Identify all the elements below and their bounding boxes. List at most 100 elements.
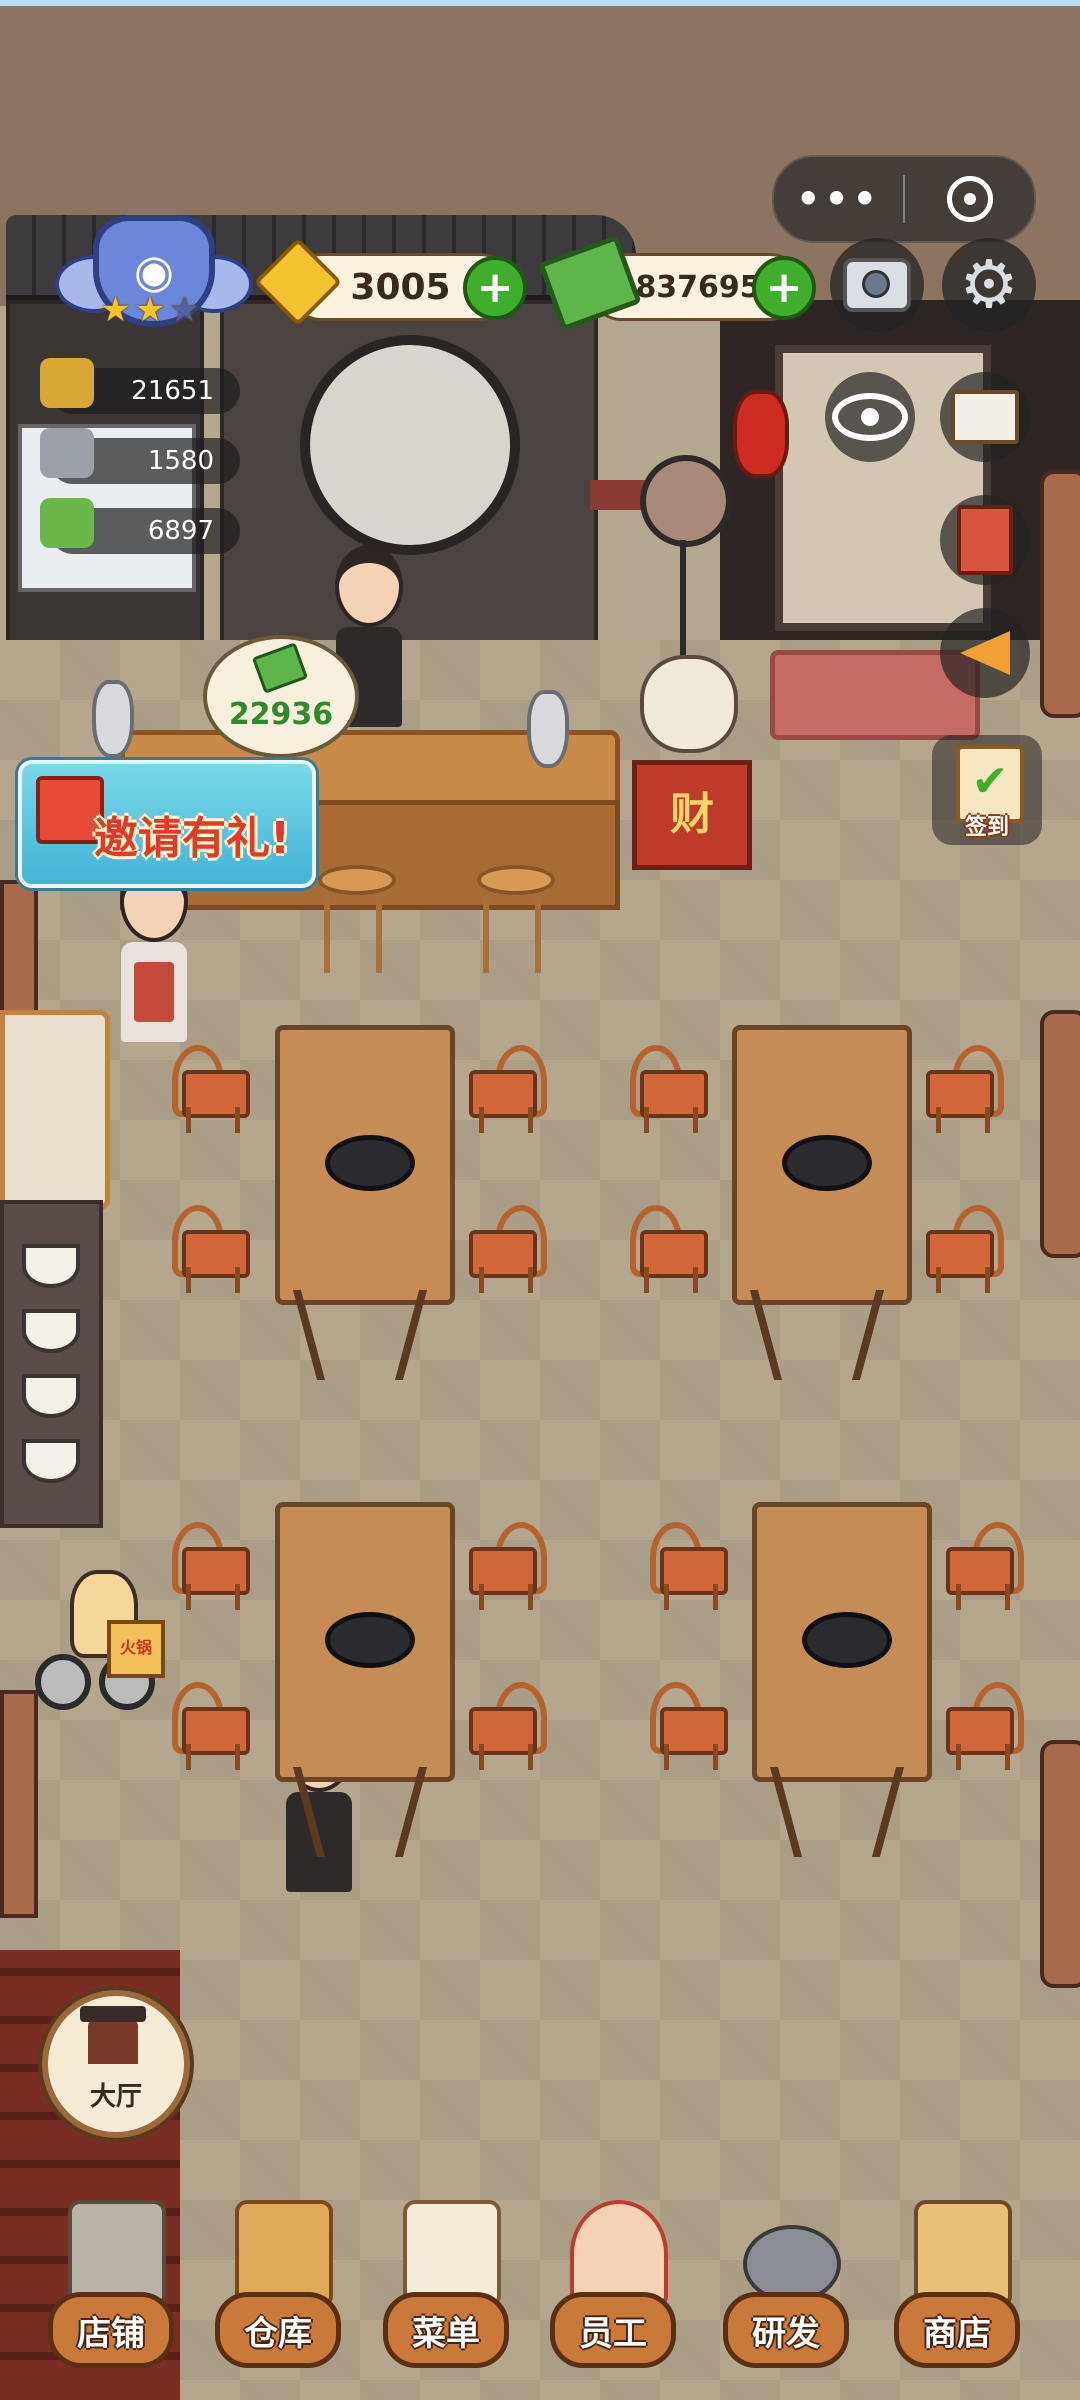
hotpot [325,1135,415,1191]
more-menu-button[interactable]: ••• [774,177,903,221]
serving-cloche-icon [40,428,94,478]
chair[interactable] [172,1205,250,1295]
drink-shelf [6,300,204,688]
target-circle-icon [946,176,993,222]
dining-table[interactable] [275,1502,455,1782]
star-filled-icon: ★ [100,290,131,330]
chair[interactable] [926,1205,1004,1295]
chair[interactable] [469,1045,547,1135]
bar-stool[interactable] [477,865,555,973]
cash-icon [251,642,309,694]
star-empty-icon: ★ [169,290,200,330]
chair[interactable] [172,1682,250,1772]
delivery-box: 火锅 [107,1620,165,1678]
nav-menu[interactable]: 菜单 [373,2180,523,2390]
chair[interactable] [650,1682,728,1772]
nav-research[interactable]: 研发 [713,2180,863,2390]
invite-label: 邀请有礼! [93,813,291,864]
nav-shop[interactable]: 店铺 [38,2180,188,2390]
cat-stand-sign: 财 [670,789,714,840]
restaurant-rank-badge[interactable]: ◉ ★ ★ ★ [55,215,253,345]
sauce-bowl [22,1374,80,1418]
dining-table[interactable] [275,1025,455,1305]
settings-button[interactable]: ⚙ [942,238,1036,332]
camera-button[interactable] [830,238,924,332]
flower-vase-left [92,680,134,758]
sauce-bowl [22,1439,80,1483]
pillar-right [1040,470,1080,718]
stat-value-3: 6897 [147,516,214,546]
red-lantern [733,390,789,478]
megaphone-icon [960,631,1010,675]
nav-warehouse[interactable]: 仓库 [205,2180,355,2390]
hall-button[interactable]: 大厅 [42,1990,190,2138]
round-window [300,335,520,555]
gear-icon: ⚙ [959,246,1019,323]
delivery-bike[interactable]: 火锅 [35,1620,165,1710]
nav-label: 员工 [550,2292,676,2368]
check-in-button[interactable]: ✔ 签到 [932,735,1042,845]
guide-book-button[interactable] [940,372,1030,462]
eye-icon [832,393,908,441]
chair[interactable] [926,1045,1004,1135]
chair[interactable] [946,1522,1024,1612]
check-in-label: 签到 [964,815,1009,840]
income-amount: 22936 [228,697,334,732]
sauce-bowl [22,1244,80,1288]
nav-label: 仓库 [215,2292,341,2368]
sauce-station[interactable] [0,1200,103,1528]
chair[interactable] [172,1522,250,1612]
stat-value-2: 1580 [147,446,214,476]
dining-table[interactable] [732,1025,912,1305]
pillar-left [0,1690,38,1918]
rating-stars: ★ ★ ★ [90,293,210,327]
nav-store[interactable]: 商店 [884,2180,1034,2390]
chair[interactable] [172,1045,250,1135]
camera-icon [843,258,911,312]
sauce-bowl [22,1309,80,1353]
chair[interactable] [469,1205,547,1295]
add-gold-button[interactable]: + [463,256,527,320]
nav-label: 菜单 [383,2292,509,2368]
chair[interactable] [946,1682,1024,1772]
close-miniprogram-button[interactable] [905,176,1034,222]
nav-label: 商店 [894,2292,1020,2368]
standing-fan [640,455,732,547]
hotpot [802,1612,892,1668]
hall-house-icon [80,2006,146,2064]
chair[interactable] [469,1522,547,1612]
hotpot [782,1135,872,1191]
add-cash-button[interactable]: + [752,256,816,320]
recipe-book-button[interactable] [940,495,1030,585]
chair[interactable] [630,1205,708,1295]
chair[interactable] [630,1045,708,1135]
hotpot-icon [40,358,94,408]
view-toggle-button[interactable] [825,372,915,462]
dining-table[interactable] [752,1502,932,1782]
hotpot [325,1612,415,1668]
flower-vase-right [527,690,569,768]
lucky-cat[interactable] [640,655,738,753]
help-book-icon [951,390,1019,444]
income-bubble[interactable]: 22936 [203,635,359,758]
red-book-icon [957,505,1013,575]
hall-label: 大厅 [89,2082,142,2112]
cash-bundle-icon [40,498,94,548]
nav-staff[interactable]: 员工 [540,2180,690,2390]
stat-value-1: 21651 [131,376,214,406]
announcement-button[interactable] [940,608,1030,698]
chair[interactable] [650,1522,728,1612]
star-filled-icon: ★ [134,290,166,330]
lucky-cat-stand: 财 [632,760,752,870]
pillar-right [1040,1010,1080,1258]
chair[interactable] [469,1682,547,1772]
delivery-box-label: 火锅 [119,1638,152,1657]
invite-reward-banner[interactable]: 邀请有礼! [18,760,316,888]
bottom-nav: 店铺 仓库 菜单 员工 研发 商店 [0,2170,1080,2400]
pillar-right [1040,1740,1080,1988]
side-mat [0,1010,110,1210]
gold-amount: 3005 [350,266,451,308]
bar-stool[interactable] [318,865,396,973]
miniprogram-capsule: ••• [772,155,1036,243]
nav-label: 研发 [723,2292,849,2368]
